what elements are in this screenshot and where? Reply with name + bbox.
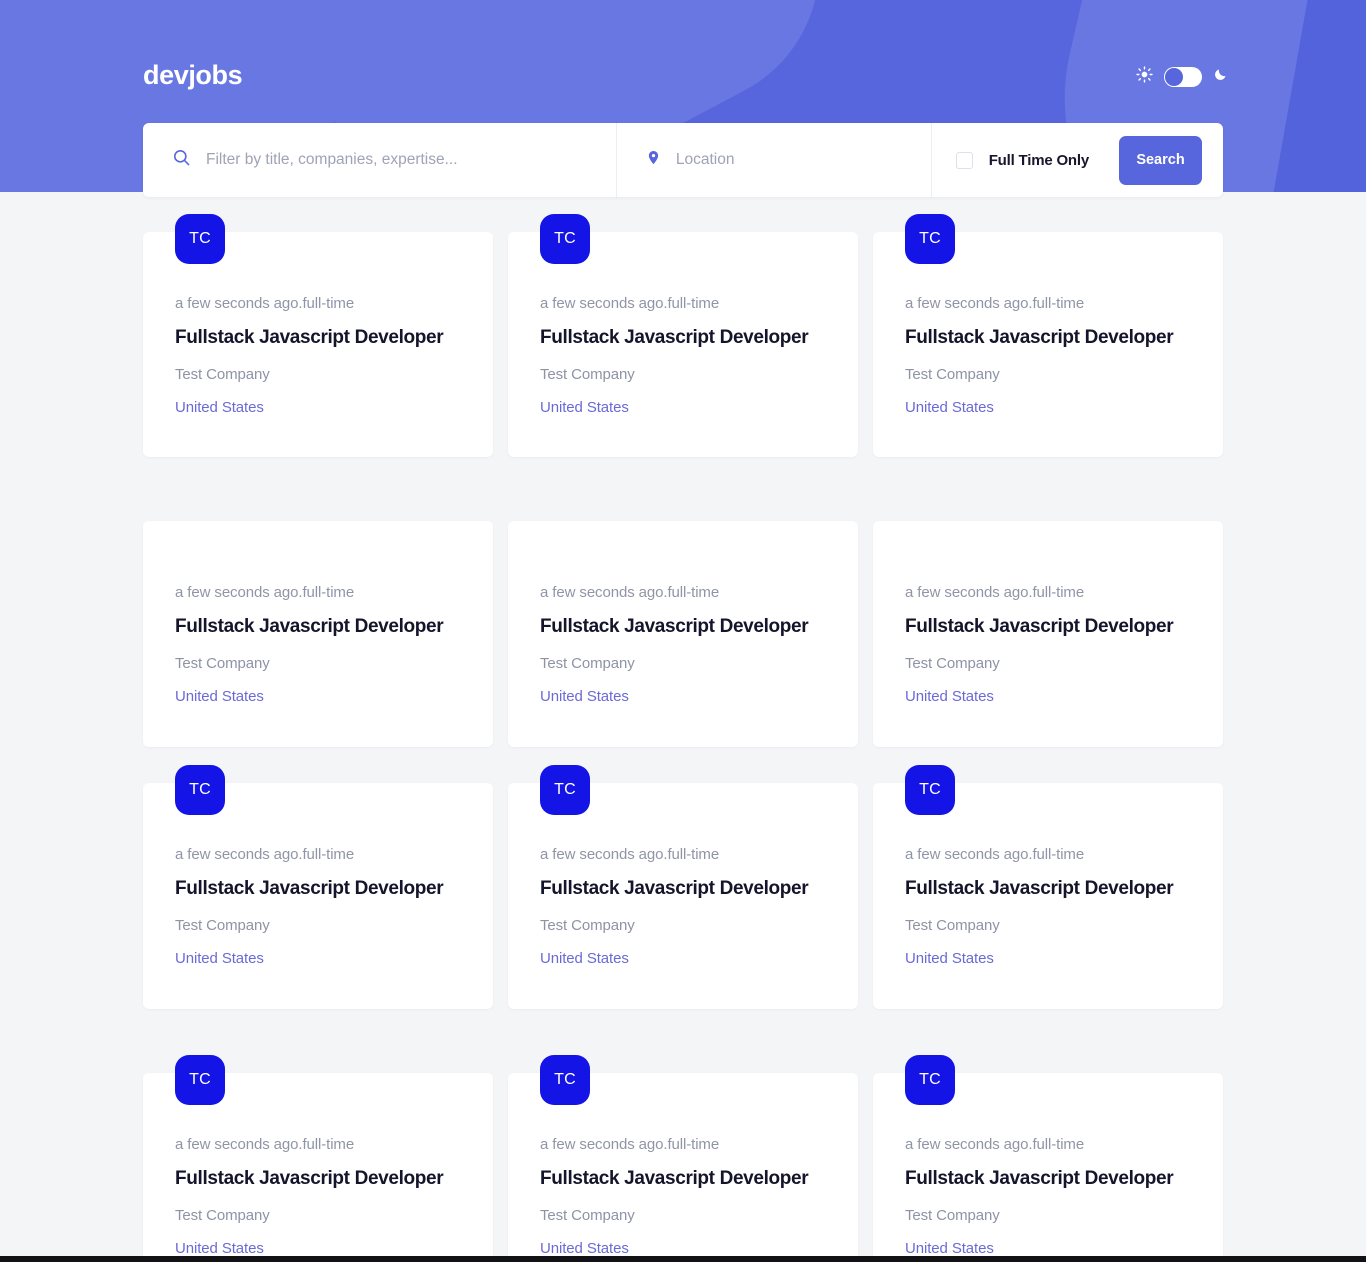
job-company: Test Company [175, 655, 270, 672]
job-company: Test Company [175, 366, 270, 383]
job-meta: a few seconds ago.full-time [540, 1136, 720, 1153]
job-meta: a few seconds ago.full-time [175, 584, 355, 601]
moon-icon [1213, 67, 1228, 87]
search-options: Full Time Only Search [930, 123, 1223, 197]
job-meta: a few seconds ago.full-time [905, 1136, 1085, 1153]
job-card[interactable]: TC a few seconds ago.full-time Fullstack… [143, 765, 493, 1009]
company-avatar: TC [175, 765, 225, 815]
job-location: United States [905, 1240, 994, 1257]
job-meta: a few seconds ago.full-time [175, 846, 355, 863]
job-location: United States [905, 399, 994, 416]
location-input[interactable] [675, 151, 931, 169]
job-title[interactable]: Fullstack Javascript Developer [175, 878, 461, 900]
job-meta: a few seconds ago.full-time [540, 584, 720, 601]
job-meta: a few seconds ago.full-time [175, 1136, 355, 1153]
job-meta: a few seconds ago.full-time [905, 295, 1085, 312]
search-icon [172, 148, 191, 172]
job-location: United States [540, 950, 629, 967]
job-title[interactable]: Fullstack Javascript Developer [175, 616, 461, 638]
job-company: Test Company [540, 366, 635, 383]
search-button[interactable]: Search [1119, 135, 1202, 185]
job-card[interactable]: TC a few seconds ago.full-time Fullstack… [143, 1055, 493, 1262]
job-location: United States [905, 950, 994, 967]
job-location: United States [175, 399, 264, 416]
theme-switch[interactable] [1164, 67, 1202, 87]
search-input[interactable] [206, 151, 616, 169]
job-title[interactable]: Fullstack Javascript Developer [175, 327, 461, 349]
company-avatar: TC [540, 214, 590, 264]
company-avatar: TC [540, 1055, 590, 1105]
job-company: Test Company [905, 655, 1000, 672]
job-card[interactable]: a few seconds ago.full-time Fullstack Ja… [143, 521, 493, 747]
job-meta: a few seconds ago.full-time [540, 846, 720, 863]
job-location: United States [540, 688, 629, 705]
company-avatar: TC [905, 765, 955, 815]
job-location: United States [540, 1240, 629, 1257]
company-avatar: TC [175, 214, 225, 264]
job-location: United States [175, 688, 264, 705]
job-card[interactable]: TC a few seconds ago.full-time Fullstack… [508, 765, 858, 1009]
company-avatar: TC [905, 1055, 955, 1105]
job-meta: a few seconds ago.full-time [540, 295, 720, 312]
job-title[interactable]: Fullstack Javascript Developer [905, 327, 1191, 349]
theme-switch-knob [1165, 68, 1183, 86]
company-avatar: TC [905, 214, 955, 264]
fulltime-checkbox[interactable] [955, 151, 973, 169]
job-card[interactable]: TC a few seconds ago.full-time Fullstack… [873, 765, 1223, 1009]
job-card[interactable]: TC a few seconds ago.full-time Fullstack… [873, 1055, 1223, 1262]
company-avatar: TC [175, 1055, 225, 1105]
job-list: TC a few seconds ago.full-time Fullstack… [143, 214, 1223, 1262]
app-root: devjobs Filter by title, companies, expe… [0, 0, 1366, 1262]
job-meta: a few seconds ago.full-time [905, 584, 1085, 601]
job-company: Test Company [175, 917, 270, 934]
job-card[interactable]: TC a few seconds ago.full-time Fullstack… [508, 1055, 858, 1262]
job-company: Test Company [905, 917, 1000, 934]
job-title[interactable]: Fullstack Javascript Developer [175, 1168, 461, 1190]
job-company: Test Company [540, 655, 635, 672]
company-avatar: TC [540, 765, 590, 815]
job-card[interactable]: TC a few seconds ago.full-time Fullstack… [143, 214, 493, 457]
job-meta: a few seconds ago.full-time [175, 295, 355, 312]
search-location-field[interactable] [615, 123, 931, 197]
job-company: Test Company [540, 1207, 635, 1224]
job-location: United States [175, 1240, 264, 1257]
job-company: Test Company [905, 366, 1000, 383]
job-title[interactable]: Fullstack Javascript Developer [905, 616, 1191, 638]
map-pin-icon [646, 148, 661, 172]
job-company: Test Company [905, 1207, 1000, 1224]
job-card[interactable]: a few seconds ago.full-time Fullstack Ja… [873, 521, 1223, 747]
window-bottom-bar [0, 1256, 1366, 1262]
job-company: Test Company [540, 917, 635, 934]
theme-toggle-group[interactable] [1136, 66, 1228, 88]
job-title[interactable]: Fullstack Javascript Developer [540, 616, 826, 638]
job-title[interactable]: Fullstack Javascript Developer [905, 878, 1191, 900]
job-location: United States [905, 688, 994, 705]
job-card[interactable]: TC a few seconds ago.full-time Fullstack… [873, 214, 1223, 457]
job-company: Test Company [175, 1207, 270, 1224]
job-card[interactable]: TC a few seconds ago.full-time Fullstack… [508, 214, 858, 457]
job-location: United States [540, 399, 629, 416]
job-title[interactable]: Fullstack Javascript Developer [905, 1168, 1191, 1190]
job-title[interactable]: Fullstack Javascript Developer [540, 327, 826, 349]
job-card[interactable]: a few seconds ago.full-time Fullstack Ja… [508, 521, 858, 747]
job-location: United States [175, 950, 264, 967]
search-bar: Full Time Only Search [143, 123, 1223, 197]
brand-logo[interactable]: devjobs [143, 60, 243, 91]
fulltime-label: Full Time Only [988, 151, 1089, 169]
sun-icon [1136, 66, 1153, 88]
job-title[interactable]: Fullstack Javascript Developer [540, 878, 826, 900]
search-title-field[interactable] [143, 123, 616, 197]
job-meta: a few seconds ago.full-time [905, 846, 1085, 863]
job-title[interactable]: Fullstack Javascript Developer [540, 1168, 826, 1190]
